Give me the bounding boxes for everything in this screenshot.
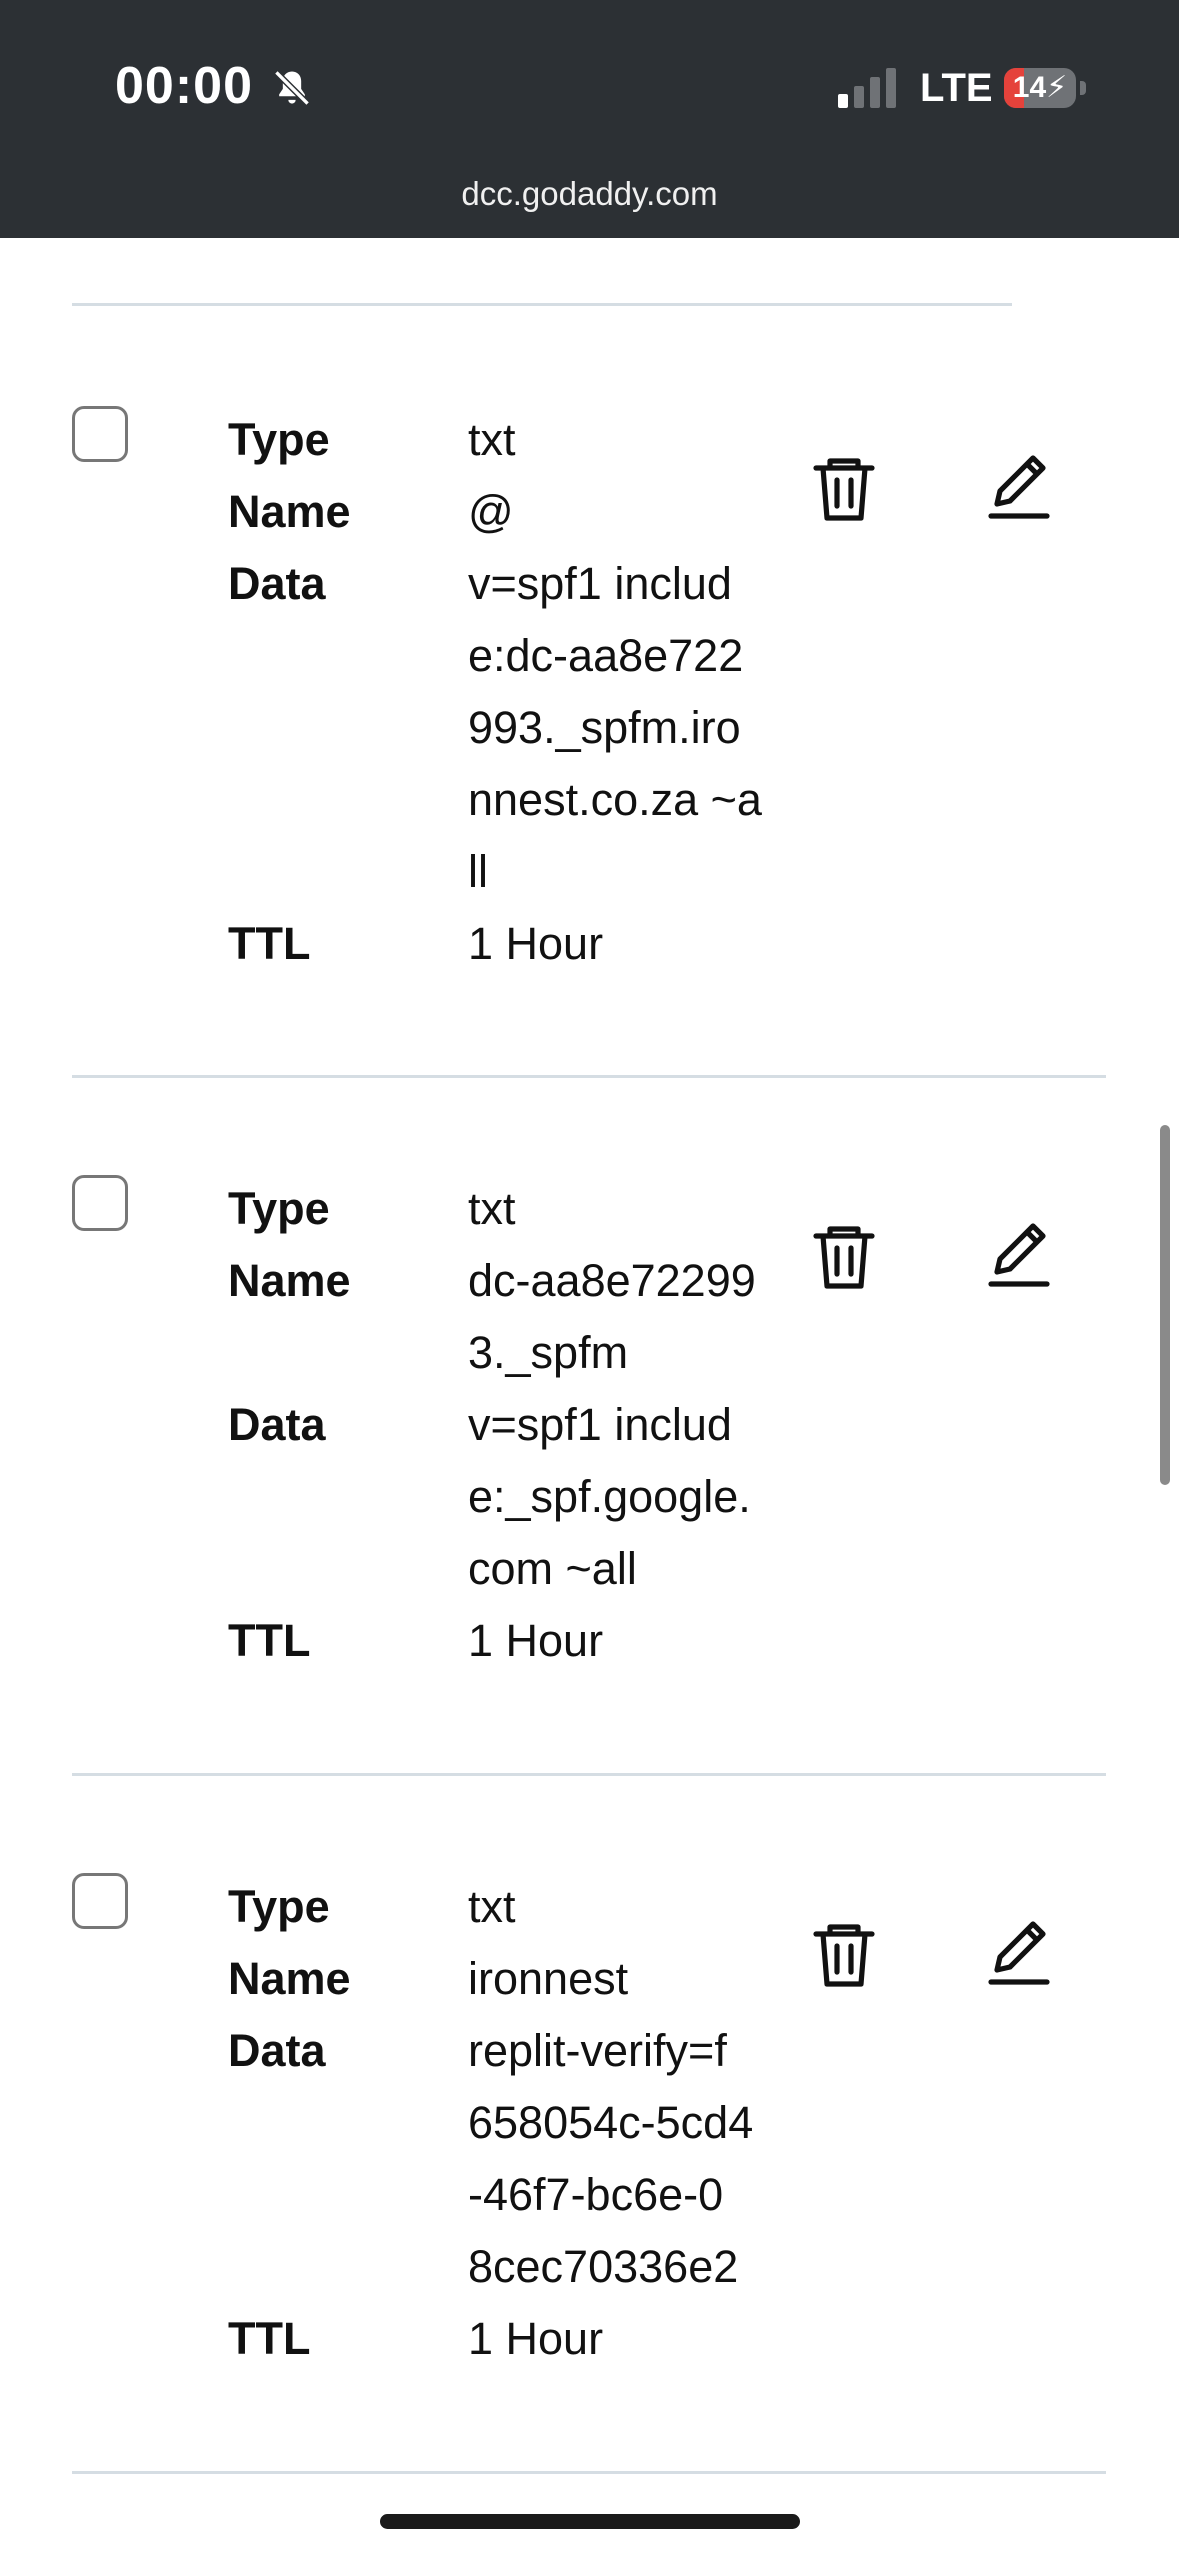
data-value: v=spf1 includ e:_spf.google. com ~all xyxy=(468,1399,751,1594)
data-label: Data xyxy=(228,2025,326,2076)
bell-slash-icon xyxy=(270,66,314,110)
signal-icon xyxy=(838,68,898,108)
ttl-label: TTL xyxy=(228,918,311,969)
type-label: Type xyxy=(228,1881,330,1932)
pencil-icon[interactable] xyxy=(979,1216,1059,1296)
row-divider xyxy=(72,303,1012,306)
type-value: txt xyxy=(468,1183,516,1234)
name-label: Name xyxy=(228,1953,351,2004)
pencil-icon[interactable] xyxy=(979,1914,1059,1994)
name-value: ironnest xyxy=(468,1953,629,2004)
name-label: Name xyxy=(228,1255,351,1306)
row-divider xyxy=(72,1075,1106,1078)
name-label: Name xyxy=(228,486,351,537)
name-value: @ xyxy=(468,486,514,537)
trash-icon[interactable] xyxy=(804,1914,884,1994)
ttl-value: 1 Hour xyxy=(468,918,604,969)
trash-icon[interactable] xyxy=(804,448,884,528)
row-divider xyxy=(72,1773,1106,1776)
data-value: replit-verify=f 658054c-5cd4 -46f7-bc6e-… xyxy=(468,2025,754,2292)
name-value: dc-aa8e72299 3._spfm xyxy=(468,1255,756,1378)
type-value: txt xyxy=(468,1881,516,1932)
status-time: 00:00 xyxy=(115,57,253,115)
data-label: Data xyxy=(228,1399,326,1450)
home-indicator[interactable] xyxy=(380,2514,800,2529)
type-label: Type xyxy=(228,1183,330,1234)
data-value: v=spf1 includ e:dc-aa8e722 993._spfm.iro… xyxy=(468,558,762,897)
bolt-icon: ⚡ xyxy=(1046,71,1068,104)
browser-url[interactable]: dcc.godaddy.com xyxy=(0,170,1179,218)
status-bar: 00:00 LTE 14⚡ dcc.godaddy.com xyxy=(0,0,1179,238)
battery-charging-icon: 14⚡ xyxy=(1004,68,1086,108)
record-checkbox[interactable] xyxy=(72,1873,128,1929)
page: 00:00 LTE 14⚡ dcc.godaddy.com Type txt N… xyxy=(0,0,1179,2556)
ttl-value: 1 Hour xyxy=(468,2313,604,2364)
trash-icon[interactable] xyxy=(804,1216,884,1296)
type-value: txt xyxy=(468,414,516,465)
row-divider xyxy=(72,2471,1106,2474)
data-label: Data xyxy=(228,558,326,609)
pencil-icon[interactable] xyxy=(979,448,1059,528)
ttl-label: TTL xyxy=(228,1615,311,1666)
ttl-value: 1 Hour xyxy=(468,1615,604,1666)
record-checkbox[interactable] xyxy=(72,1175,128,1231)
type-label: Type xyxy=(228,414,330,465)
scrollbar[interactable] xyxy=(1160,1125,1170,1485)
battery-level: 14 xyxy=(1012,71,1047,104)
network-type: LTE xyxy=(920,66,993,110)
record-checkbox[interactable] xyxy=(72,406,128,462)
ttl-label: TTL xyxy=(228,2313,311,2364)
